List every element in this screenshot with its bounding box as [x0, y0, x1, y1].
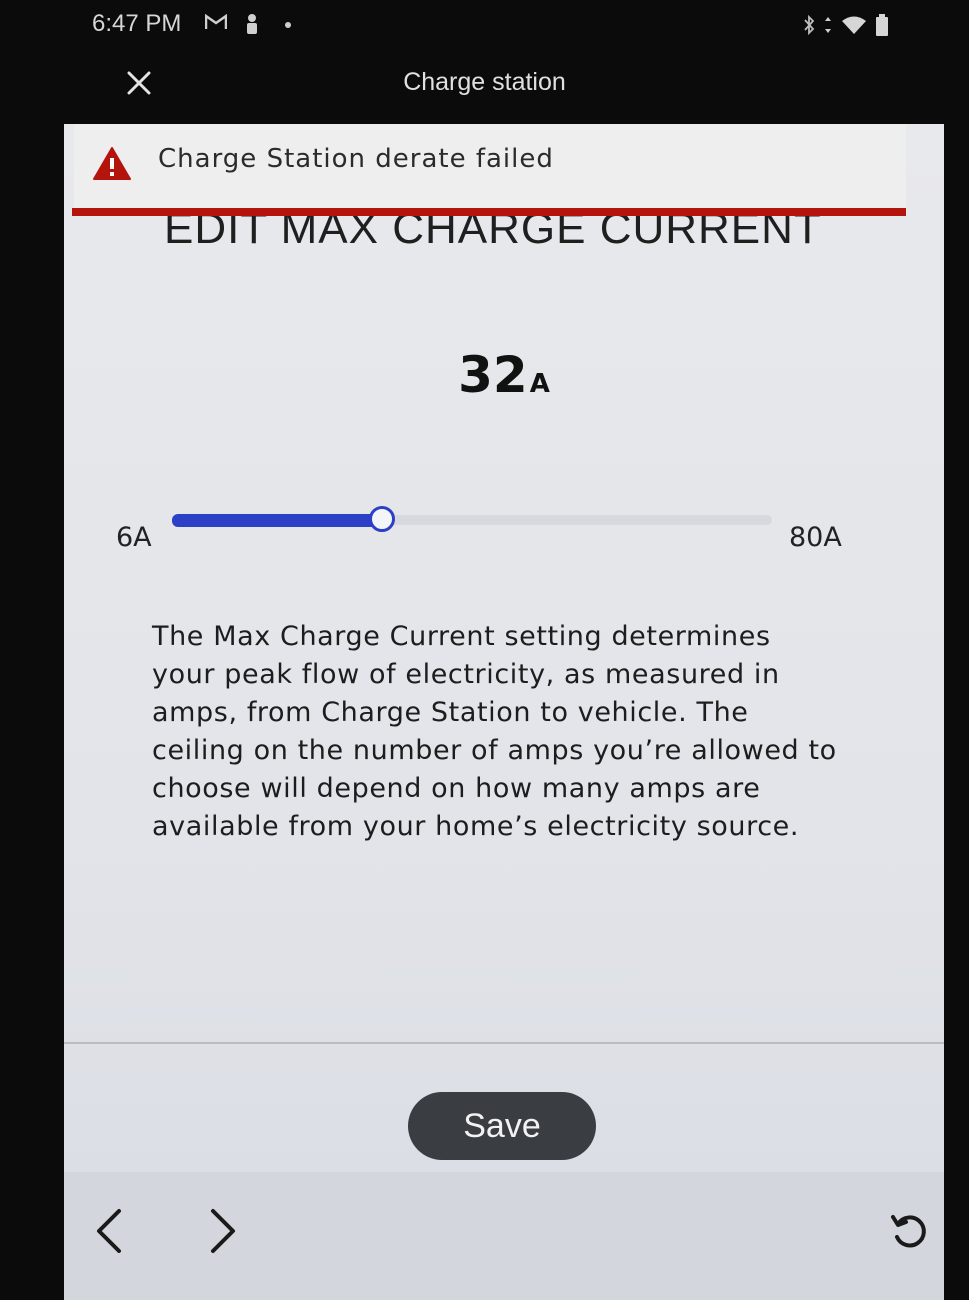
slider-min-label: 6A: [116, 522, 152, 553]
current-value: 32A: [64, 346, 944, 404]
title-bar: Charge station: [0, 50, 969, 124]
section-heading: EDIT MAX CHARGE CURRENT: [164, 216, 822, 253]
current-value-number: 32: [458, 346, 528, 404]
alert-banner: Charge Station derate failed: [74, 124, 906, 208]
page-title: Charge station: [403, 68, 566, 96]
alert-divider: [72, 208, 906, 216]
charge-current-slider[interactable]: [172, 506, 772, 534]
back-button[interactable]: [84, 1196, 134, 1266]
gmail-icon: [204, 13, 228, 30]
dot-icon: [285, 22, 291, 28]
status-time: 6:47 PM: [92, 10, 182, 37]
chevron-right-icon: [211, 1209, 235, 1253]
status-indicators: [803, 14, 889, 40]
slider-fill: [172, 514, 383, 527]
forward-button[interactable]: [198, 1196, 248, 1266]
description-text: The Max Charge Current setting determine…: [152, 621, 837, 842]
chevron-left-icon: [97, 1209, 121, 1253]
refresh-button[interactable]: [884, 1196, 934, 1266]
current-value-unit: A: [529, 369, 550, 399]
wifi-icon: [841, 15, 867, 39]
divider: [64, 1042, 944, 1044]
slider-thumb[interactable]: [368, 506, 395, 532]
refresh-icon: [891, 1215, 926, 1248]
alert-message: Charge Station derate failed: [158, 144, 554, 174]
main-panel: Charge Station derate failed EDIT MAX CH…: [64, 124, 944, 1300]
save-button[interactable]: Save: [408, 1092, 596, 1160]
heading-container: EDIT MAX CHARGE CURRENT: [64, 216, 944, 256]
person-icon: [245, 13, 259, 35]
bluetooth-icon: [803, 14, 815, 39]
battery-icon: [875, 14, 889, 40]
status-bar: 6:47 PM: [0, 0, 969, 50]
slider-max-label: 80A: [789, 522, 842, 553]
warning-icon: [92, 146, 132, 182]
vibrate-icon: [823, 15, 833, 39]
bottom-nav-bar: [64, 1172, 944, 1300]
